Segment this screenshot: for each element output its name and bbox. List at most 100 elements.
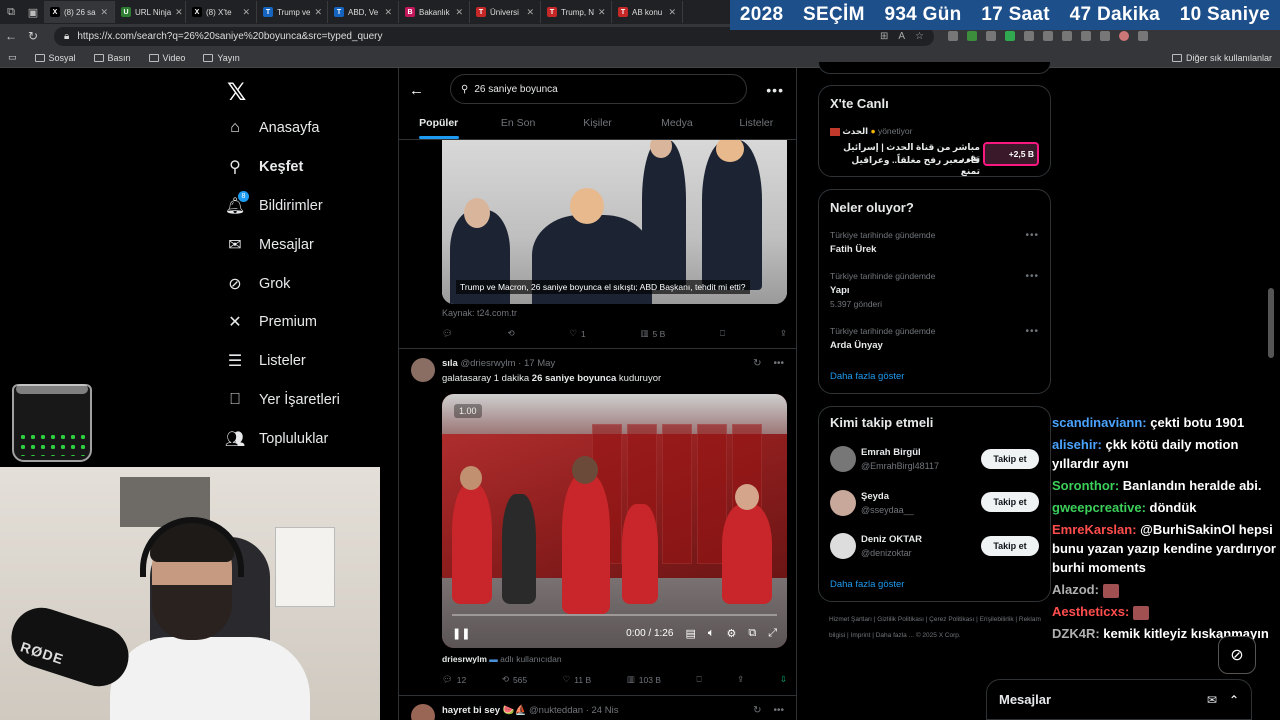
expand-chevron-icon[interactable]: ⌃	[1229, 693, 1239, 707]
copilot-icon[interactable]	[1138, 31, 1148, 41]
tweet-date[interactable]: 24 Nis	[592, 705, 619, 716]
bookmark-folder-basin[interactable]: Basın	[93, 53, 131, 63]
chat-username[interactable]: DZK4R:	[1052, 626, 1100, 641]
browser-tab[interactable]: X (8) X'te ✕	[186, 1, 257, 23]
trends-show-more[interactable]: Daha fazla göster	[830, 371, 904, 382]
follow-user-name[interactable]: Emrah Birgül	[861, 447, 921, 458]
extension-icon[interactable]	[1005, 31, 1015, 41]
follow-button[interactable]: Takip et	[981, 536, 1039, 556]
more-options-icon[interactable]: •••	[766, 82, 784, 98]
nav-notifications[interactable]: 🔔︎ 8 Bildirimler	[225, 191, 323, 216]
browser-tab[interactable]: T Üniversi ✕	[470, 1, 541, 23]
like-button[interactable]: ♡ 1	[569, 328, 585, 339]
retweet-icon[interactable]: ⟲	[508, 328, 515, 339]
follow-user-handle[interactable]: @EmrahBirgl48117	[861, 461, 939, 471]
nav-premium[interactable]: ✕ Premium	[225, 312, 317, 332]
tab-latest[interactable]: En Son	[478, 110, 557, 139]
bookmark-folder-video[interactable]: Video	[148, 53, 185, 63]
back-arrow-icon[interactable]: ←	[409, 82, 424, 99]
favorites-icon[interactable]	[1081, 31, 1091, 41]
page-scrollbar[interactable]	[1268, 288, 1274, 358]
video-progress-bar[interactable]	[452, 614, 777, 616]
reply-button[interactable]: 💬︎ 12	[442, 674, 466, 685]
author-name[interactable]: sıla	[442, 358, 458, 369]
author-handle[interactable]: @driesrwylm	[461, 358, 516, 369]
tab-lists[interactable]: Listeler	[717, 110, 796, 139]
reload-icon[interactable]: ↻	[22, 29, 44, 43]
live-line-2[interactable]: قاء معبر رفح مغلقاً.. وعراقيل تمنع	[830, 155, 980, 177]
tab-close-icon[interactable]: ✕	[315, 7, 323, 18]
extension-icon[interactable]	[1024, 31, 1034, 41]
grok-analyze-icon[interactable]: ↻	[753, 705, 761, 716]
new-message-icon[interactable]: ✉	[1207, 693, 1217, 707]
grok-analyze-icon[interactable]: ↻	[753, 358, 761, 369]
trend-name[interactable]: Fatih Ürek	[830, 244, 876, 255]
chat-username[interactable]: gweepcreative:	[1052, 500, 1146, 515]
search-input[interactable]: ⚲ 26 saniye boyunca	[450, 74, 747, 104]
follow-button[interactable]: Takip et	[981, 449, 1039, 469]
avatar[interactable]	[830, 446, 856, 472]
tab-close-icon[interactable]: ✕	[668, 7, 676, 18]
trend-more-icon[interactable]: •••	[1025, 230, 1039, 241]
share-icon[interactable]: ⇪	[737, 674, 744, 685]
follow-show-more[interactable]: Daha fazla göster	[830, 579, 904, 590]
reading-icon[interactable]: ▭	[8, 52, 17, 63]
chat-username[interactable]: Soronthor:	[1052, 478, 1119, 493]
follow-user-handle[interactable]: @denizoktar	[861, 548, 912, 558]
footer-links[interactable]: Hizmet Şartları | Gizlilik Politikası | …	[829, 612, 1049, 644]
chat-username[interactable]: EmreKarslan:	[1052, 522, 1137, 537]
workspaces-icon[interactable]: ⧉	[0, 0, 22, 24]
tab-close-icon[interactable]: ✕	[175, 7, 183, 18]
tweet-image[interactable]: Trump ve Macron, 26 saniye boyunca el sı…	[442, 140, 787, 304]
nav-home[interactable]: ⌂ Anasayfa	[225, 118, 319, 138]
download-icon[interactable]: ⇩	[780, 674, 787, 685]
x-logo-icon[interactable]: 𝕏	[227, 78, 246, 107]
browser-tab[interactable]: X (8) 26 sa ✕	[44, 1, 115, 23]
extensions-puzzle-icon[interactable]	[1062, 31, 1072, 41]
volume-icon[interactable]: 🔈︎	[708, 627, 715, 640]
nav-bookmarks[interactable]: ⎕ Yer İşaretleri	[225, 390, 340, 410]
browser-tab[interactable]: T Trump ve ✕	[257, 1, 328, 23]
more-options-icon[interactable]: •••	[773, 358, 784, 369]
app-available-icon[interactable]: ⊞	[880, 31, 888, 42]
extension-icon[interactable]	[1043, 31, 1053, 41]
like-button[interactable]: ♡ 11 B	[563, 674, 591, 685]
author-handle[interactable]: @nukteddan	[529, 705, 583, 716]
tweet-date[interactable]: 17 May	[524, 358, 555, 369]
nav-explore[interactable]: ⚲ Keşfet	[225, 157, 303, 177]
read-aloud-icon[interactable]: A	[898, 31, 905, 42]
tab-actions-icon[interactable]: ▣	[22, 0, 44, 24]
playback-speed[interactable]: 1.00	[454, 404, 482, 418]
back-icon[interactable]: ←	[0, 29, 22, 43]
tweet-video[interactable]: 1.00 ❚❚ 0:00 / 1:26 ▤ 🔈︎ ⚙ ⧉ ⤢	[442, 394, 787, 648]
chat-username[interactable]: Aestheticxs:	[1052, 604, 1129, 619]
link-source[interactable]: Kaynak: t24.com.tr	[442, 308, 517, 318]
messages-dock[interactable]: Mesajlar ✉ ⌃	[986, 679, 1252, 720]
follow-user-name[interactable]: Şeyda	[861, 491, 889, 502]
tab-close-icon[interactable]: ✕	[598, 7, 606, 18]
share-icon[interactable]: ⇪	[780, 328, 787, 339]
more-options-icon[interactable]: •••	[773, 705, 784, 716]
extension-icon[interactable]	[948, 31, 958, 41]
retweet-button[interactable]: ⟲ 565	[502, 674, 527, 685]
trend-name[interactable]: Arda Ünyay	[830, 340, 883, 351]
chat-username[interactable]: scandinaviann:	[1052, 415, 1147, 430]
settings-gear-icon[interactable]: ⚙	[726, 627, 736, 640]
nav-communities[interactable]: 👥︎ Topluluklar	[225, 429, 328, 449]
author-name[interactable]: hayret bi sey	[442, 705, 500, 716]
browser-tab[interactable]: T ABD, Ve ✕	[328, 1, 399, 23]
trend-more-icon[interactable]: •••	[1025, 271, 1039, 282]
avatar[interactable]	[411, 704, 435, 720]
reply-icon[interactable]: 💬︎	[442, 328, 453, 339]
nav-grok[interactable]: ⊘ Grok	[225, 274, 290, 294]
fullscreen-icon[interactable]: ⤢	[768, 627, 777, 640]
nav-messages[interactable]: ✉ Mesajlar	[225, 235, 314, 255]
chat-username[interactable]: Alazod:	[1052, 582, 1099, 597]
browser-tab[interactable]: B Bakanlık ✕	[399, 1, 470, 23]
views-button[interactable]: ▥ 103 B	[627, 674, 661, 685]
extension-icon[interactable]	[986, 31, 996, 41]
tab-close-icon[interactable]: ✕	[242, 7, 250, 18]
dock-icon[interactable]: ⧉	[748, 627, 756, 640]
extension-icon[interactable]	[967, 31, 977, 41]
avatar[interactable]	[830, 490, 856, 516]
